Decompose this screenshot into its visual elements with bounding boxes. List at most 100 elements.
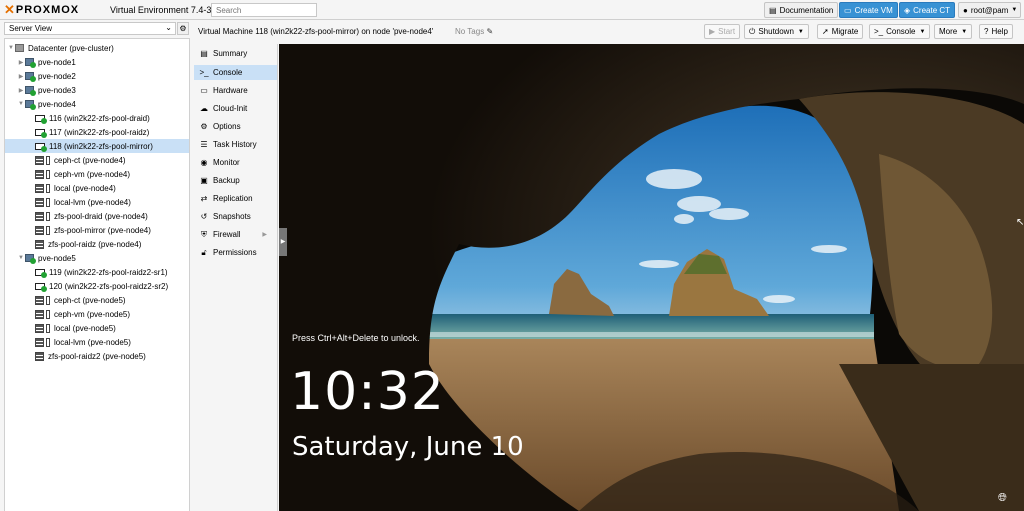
tree-item-storage[interactable]: zfs-pool-raidz (pve-node4) <box>5 237 189 251</box>
console-button[interactable]: >_ Console ▼ <box>869 24 931 39</box>
retweet-icon: ⇄ <box>200 194 208 203</box>
chevron-down-icon[interactable]: ▼ <box>919 29 925 35</box>
menu-item-snapshots[interactable]: ↺ Snapshots <box>194 209 277 224</box>
tree-item-storage[interactable]: local (pve-node4) <box>5 181 189 195</box>
floppy-icon: ▣ <box>200 176 208 185</box>
start-button[interactable]: ▶ Start <box>704 24 741 39</box>
menu-item-firewall[interactable]: ⛨ Firewall ▶ <box>194 227 277 242</box>
expand-arrow-icon[interactable]: ▶ <box>17 87 25 94</box>
tree-item-node[interactable]: ▼ pve-node5 <box>5 251 189 265</box>
expand-arrow-icon[interactable]: ▼ <box>17 101 25 107</box>
gear-icon[interactable]: ⚙ <box>177 22 189 35</box>
node-online-icon <box>25 58 36 68</box>
migrate-button[interactable]: ➚ Migrate <box>817 24 864 39</box>
tree-item-label: local (pve-node5) <box>54 323 116 333</box>
documentation-button[interactable]: ▤ Documentation <box>764 2 839 18</box>
tree-item-storage[interactable]: zfs-pool-raidz2 (pve-node5) <box>5 349 189 363</box>
storage-status-icon <box>46 183 50 193</box>
tree-item-label: ceph-vm (pve-node5) <box>54 309 131 319</box>
vm-running-icon <box>35 128 47 138</box>
tree-item-label: pve-node1 <box>38 57 76 67</box>
more-button[interactable]: More ▼ <box>934 24 973 39</box>
tree-item-label: pve-node4 <box>38 99 76 109</box>
expand-arrow-icon[interactable]: ▶ <box>17 59 25 66</box>
tree-item-storage[interactable]: ceph-vm (pve-node4) <box>5 167 189 181</box>
tree-item-node[interactable]: ▶ pve-node3 <box>5 83 189 97</box>
expand-arrow-icon[interactable]: ▼ <box>7 45 15 51</box>
tree-item-vm[interactable]: 116 (win2k22-zfs-pool-draid) <box>5 111 189 125</box>
start-label: Start <box>718 27 736 36</box>
tags-editor[interactable]: No Tags ✎ <box>455 27 493 36</box>
create-vm-button[interactable]: ▭ Create VM <box>839 2 898 18</box>
tree-item-storage[interactable]: ceph-ct (pve-node5) <box>5 293 189 307</box>
view-selector[interactable]: Server View ⌄ <box>4 22 176 35</box>
help-button[interactable]: ? Help <box>979 24 1013 39</box>
lockscreen-date: Saturday, June 10 <box>292 432 524 462</box>
desktop-icon: ▭ <box>200 86 208 95</box>
create-vm-label: Create VM <box>854 5 893 15</box>
storage-status-icon <box>46 155 50 165</box>
resource-tree: ▼ Datacenter (pve-cluster) ▶ pve-node1 ▶ pv… <box>4 38 190 511</box>
tree-item-label: local (pve-node4) <box>54 183 116 193</box>
tree-item-vm[interactable]: 120 (win2k22-zfs-pool-raidz2-sr2) <box>5 279 189 293</box>
proxmox-logo[interactable]: ✕ PROXMOX <box>4 3 79 17</box>
tree-item-storage[interactable]: local-lvm (pve-node5) <box>5 335 189 349</box>
menu-item-summary[interactable]: ▤ Summary <box>194 46 277 61</box>
menu-item-hardware[interactable]: ▭ Hardware <box>194 83 277 98</box>
tree-item-storage[interactable]: local (pve-node5) <box>5 321 189 335</box>
menu-item-task-history[interactable]: ☰ Task History <box>194 137 277 152</box>
cloud-icon: ☁ <box>200 104 208 113</box>
tree-item-label: ceph-vm (pve-node4) <box>54 169 131 179</box>
search-input[interactable] <box>211 3 317 17</box>
tree-item-node[interactable]: ▶ pve-node2 <box>5 69 189 83</box>
tree-item-vm-selected[interactable]: 118 (win2k22-zfs-pool-mirror) <box>5 139 189 153</box>
vm-console-screen[interactable]: Press Ctrl+Alt+Delete to unlock. 10:32 S… <box>279 44 1024 511</box>
tree-item-vm[interactable]: 119 (win2k22-zfs-pool-raidz2-sr1) <box>5 265 189 279</box>
tree-item-label: zfs-pool-raidz (pve-node4) <box>48 239 142 249</box>
storage-icon <box>35 323 44 333</box>
expand-arrow-icon[interactable]: ▼ <box>17 255 25 261</box>
chevron-right-icon: ▶ <box>262 232 267 238</box>
tree-item-label: local-lvm (pve-node4) <box>54 197 131 207</box>
menu-item-permissions[interactable]: 🔓︎ Permissions <box>194 245 277 260</box>
storage-status-icon <box>46 337 50 347</box>
tree-item-storage[interactable]: ceph-ct (pve-node4) <box>5 153 189 167</box>
globe-icon[interactable]: 🌐︎ <box>998 492 1007 505</box>
shutdown-button[interactable]: ⏻ Shutdown ▼ <box>744 24 809 39</box>
more-label: More <box>939 27 958 36</box>
expand-arrow-icon[interactable]: ▶ <box>17 73 25 80</box>
tree-item-datacenter[interactable]: ▼ Datacenter (pve-cluster) <box>5 41 189 55</box>
menu-item-label: Monitor <box>213 158 240 167</box>
menu-item-cloud-init[interactable]: ☁ Cloud-Init <box>194 101 277 116</box>
collapse-panel-handle[interactable]: ▶ <box>279 228 287 256</box>
tree-item-label: pve-node5 <box>38 253 76 263</box>
chevron-down-icon: ▼ <box>961 28 968 35</box>
pencil-icon[interactable]: ✎ <box>486 27 493 36</box>
tree-item-node[interactable]: ▶ pve-node1 <box>5 55 189 69</box>
chevron-down-icon[interactable]: ▼ <box>798 29 804 35</box>
menu-item-backup[interactable]: ▣ Backup <box>194 173 277 188</box>
menu-item-options[interactable]: ⚙ Options <box>194 119 277 134</box>
tree-item-storage[interactable]: local-lvm (pve-node4) <box>5 195 189 209</box>
create-ct-button[interactable]: ◈ Create CT <box>899 2 956 18</box>
tree-item-label: ceph-ct (pve-node4) <box>54 155 126 165</box>
tree-item-storage[interactable]: ceph-vm (pve-node5) <box>5 307 189 321</box>
menu-item-console[interactable]: >_ Console <box>194 65 277 80</box>
menu-item-monitor[interactable]: ◉ Monitor <box>194 155 277 170</box>
tree-item-node[interactable]: ▼ pve-node4 <box>5 97 189 111</box>
user-menu-button[interactable]: ● root@pam ▼ <box>958 2 1021 18</box>
tree-item-storage[interactable]: zfs-pool-draid (pve-node4) <box>5 209 189 223</box>
vm-running-icon <box>35 142 47 152</box>
tree-item-vm[interactable]: 117 (win2k22-zfs-pool-raidz) <box>5 125 189 139</box>
storage-icon <box>35 309 44 319</box>
datacenter-icon <box>15 44 24 52</box>
tree-item-label: 116 (win2k22-zfs-pool-draid) <box>49 113 150 123</box>
shutdown-label: Shutdown <box>758 27 794 36</box>
tree-item-label: zfs-pool-raidz2 (pve-node5) <box>48 351 146 361</box>
menu-item-replication[interactable]: ⇄ Replication <box>194 191 277 206</box>
gear-icon: ⚙ <box>200 122 208 131</box>
storage-status-icon <box>46 211 50 221</box>
book-icon: ▤ <box>200 49 208 58</box>
tree-item-label: Datacenter (pve-cluster) <box>28 43 114 53</box>
tree-item-storage[interactable]: zfs-pool-mirror (pve-node4) <box>5 223 189 237</box>
